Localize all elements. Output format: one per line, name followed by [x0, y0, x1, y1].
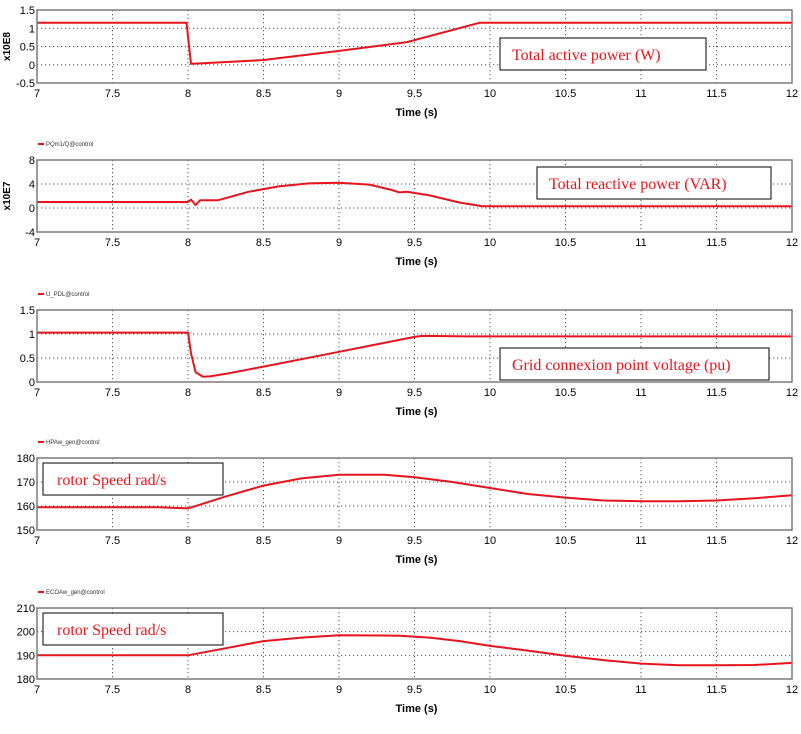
plot4-y-tick-label: 170	[17, 477, 35, 489]
plot1-x-tick-label: 10.5	[555, 88, 576, 100]
plot2-annotation-text: Total reactive power (VAR)	[549, 176, 727, 193]
plot3-x-tick-label: 11	[635, 387, 646, 399]
plot2-y-tick-label: 8	[29, 155, 35, 167]
plot4-y-tick-label: 180	[17, 453, 35, 465]
plot4-x-tick-label: 9.5	[407, 535, 422, 547]
plot1-x-axis-label: Time (s)	[396, 107, 438, 119]
plot3-y-tick-label: 0	[29, 377, 35, 389]
plot1-y-tick-label: 1.5	[20, 5, 35, 17]
plot2-x-axis-label: Time (s)	[396, 256, 438, 268]
plot4-x-axis-label: Time (s)	[396, 554, 438, 566]
plot3-x-tick-label: 8.5	[256, 387, 271, 399]
plot2-x-tick-label: 11	[635, 237, 646, 249]
plot4-y-tick-label: 150	[17, 525, 35, 537]
plot2-legend-label: PQm1/Q@control	[46, 142, 93, 148]
plot3-x-tick-label: 12	[786, 387, 798, 399]
plot3-x-tick-label: 9	[336, 387, 342, 399]
plot1-y-tick-label: -0.5	[16, 78, 35, 90]
plot5-x-tick-label: 10.5	[555, 684, 576, 696]
plot4-x-tick-label: 12	[786, 535, 798, 547]
plot1-x-tick-label: 9	[336, 88, 342, 100]
plot3-x-tick-label: 11.5	[706, 387, 727, 399]
plot4-x-tick-label: 8	[185, 535, 191, 547]
plot4-x-tick-label: 10	[484, 535, 496, 547]
plot3-x-tick-label: 7.5	[105, 387, 120, 399]
plot4-x-tick-label: 9	[336, 535, 342, 547]
plot1-x-tick-label: 12	[786, 88, 798, 100]
plot5-y-tick-label: 200	[17, 627, 35, 639]
plot1-y-tick-label: 0	[29, 60, 35, 72]
plot3-legend-label: U_PDL@control	[46, 292, 89, 298]
plot3-y-tick-label: 0.5	[20, 353, 35, 365]
plot1-x-tick-label: 9.5	[407, 88, 422, 100]
plot2-x-tick-label: 9.5	[407, 237, 422, 249]
plot2-x-tick-label: 12	[786, 237, 798, 249]
figure: 7 7.5 8 8.5 9 9.5 10 10.5 11 11.5 121.510.50-0.5Ti…	[2, 5, 798, 715]
plot2-x-tick-label: 10.5	[555, 237, 576, 249]
plot1-x-tick-label: 10	[484, 88, 496, 100]
plot5-y-tick-label: 210	[17, 603, 35, 615]
plot4-legend-label: HPAw_gen@control	[46, 440, 100, 446]
plot2-y-tick-label: 0	[29, 203, 35, 215]
plot5-y-tick-label: 190	[17, 650, 35, 662]
plot3-x-tick-label: 10.5	[555, 387, 576, 399]
plot4-x-tick-label: 11.5	[706, 535, 727, 547]
plot5-x-tick-label: 9.5	[407, 684, 422, 696]
plot3-x-tick-label: 9.5	[407, 387, 422, 399]
plot3-y-tick-label: 1	[29, 329, 35, 341]
plot5-annotation-text: rotor Speed rad/s	[57, 622, 166, 639]
plot5-x-axis-label: Time (s)	[396, 703, 438, 715]
plot1-y-tick-label: 1	[29, 23, 35, 35]
plot2-y-axis-label: x10E7	[2, 181, 13, 210]
plot5-x-tick-label: 12	[786, 684, 798, 696]
plot4-y-tick-label: 160	[17, 501, 35, 513]
plot1-annotation-text: Total active power (W)	[512, 47, 661, 64]
plot3-x-axis-label: Time (s)	[396, 406, 438, 418]
plot2-x-tick-label: 8.5	[256, 237, 271, 249]
plot5-x-tick-label: 11.5	[706, 684, 727, 696]
plot1-x-tick-label: 8	[185, 88, 191, 100]
plot3-x-tick-label: 10	[484, 387, 496, 399]
plot4-x-tick-label: 7.5	[105, 535, 120, 547]
plot3-y-tick-label: 1.5	[20, 305, 35, 317]
plot5-x-tick-label: 11	[635, 684, 646, 696]
plot1-x-tick-label: 11.5	[706, 88, 727, 100]
plot2-x-tick-label: 11.5	[706, 237, 727, 249]
plot5-legend-label: ECOAw_gen@control	[46, 590, 105, 596]
plot1-y-tick-label: 0.5	[20, 42, 35, 54]
plot2-x-tick-label: 10	[484, 237, 496, 249]
plot3-x-tick-label: 8	[185, 387, 191, 399]
plot4-x-tick-label: 8.5	[256, 535, 271, 547]
plot2-y-tick-label: -4	[25, 227, 35, 239]
plot2-y-tick-label: 4	[29, 179, 35, 191]
plot3-annotation-text: Grid connexion point voltage (pu)	[512, 357, 731, 374]
plot5-x-tick-label: 9	[336, 684, 342, 696]
plot2-x-tick-label: 9	[336, 237, 342, 249]
plot1-y-axis-label: x10E8	[2, 32, 13, 61]
plot2-x-tick-label: 7.5	[105, 237, 120, 249]
plot5-x-tick-label: 8	[185, 684, 191, 696]
plot1-x-tick-label: 7.5	[105, 88, 120, 100]
plot4-x-tick-label: 10.5	[555, 535, 576, 547]
plot5-x-tick-label: 7.5	[105, 684, 120, 696]
plot4-x-tick-label: 11	[635, 535, 646, 547]
plot5-y-tick-label: 180	[17, 674, 35, 686]
plot5-x-tick-label: 8.5	[256, 684, 271, 696]
plot2-x-tick-label: 8	[185, 237, 191, 249]
plot4-annotation-text: rotor Speed rad/s	[57, 472, 166, 489]
plot5-x-tick-label: 10	[484, 684, 496, 696]
plot1-x-tick-label: 8.5	[256, 88, 271, 100]
plot1-x-tick-label: 11	[635, 88, 646, 100]
